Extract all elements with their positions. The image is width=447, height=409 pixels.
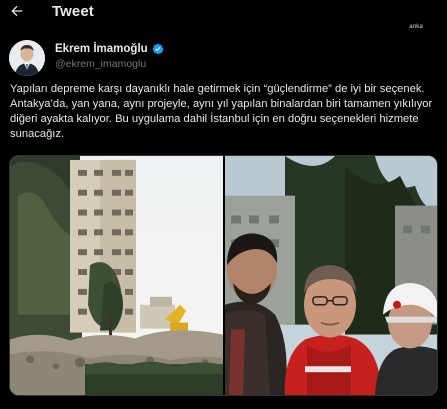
- watermark-logo: anka: [409, 24, 423, 30]
- author-handle[interactable]: @ekrem_imamoglu: [55, 58, 146, 70]
- tweet-author: Ekrem İmamoğlu @ekrem_imamoglu: [9, 40, 439, 76]
- tweet-text: Yapıları depreme karşı dayanıklı hale ge…: [10, 83, 433, 140]
- tweet-media: [9, 155, 438, 396]
- avatar[interactable]: [9, 40, 45, 76]
- back-button[interactable]: [7, 1, 27, 21]
- media-photo-building[interactable]: [10, 156, 223, 395]
- arrow-left-icon: [11, 5, 23, 17]
- page-title: Tweet: [52, 3, 94, 20]
- author-name[interactable]: Ekrem İmamoğlu: [55, 43, 148, 55]
- media-photo-people[interactable]: [225, 156, 437, 395]
- author-name-row: Ekrem İmamoğlu: [55, 43, 164, 55]
- verified-badge-icon: [152, 43, 164, 55]
- top-header: Tweet: [0, 0, 447, 24]
